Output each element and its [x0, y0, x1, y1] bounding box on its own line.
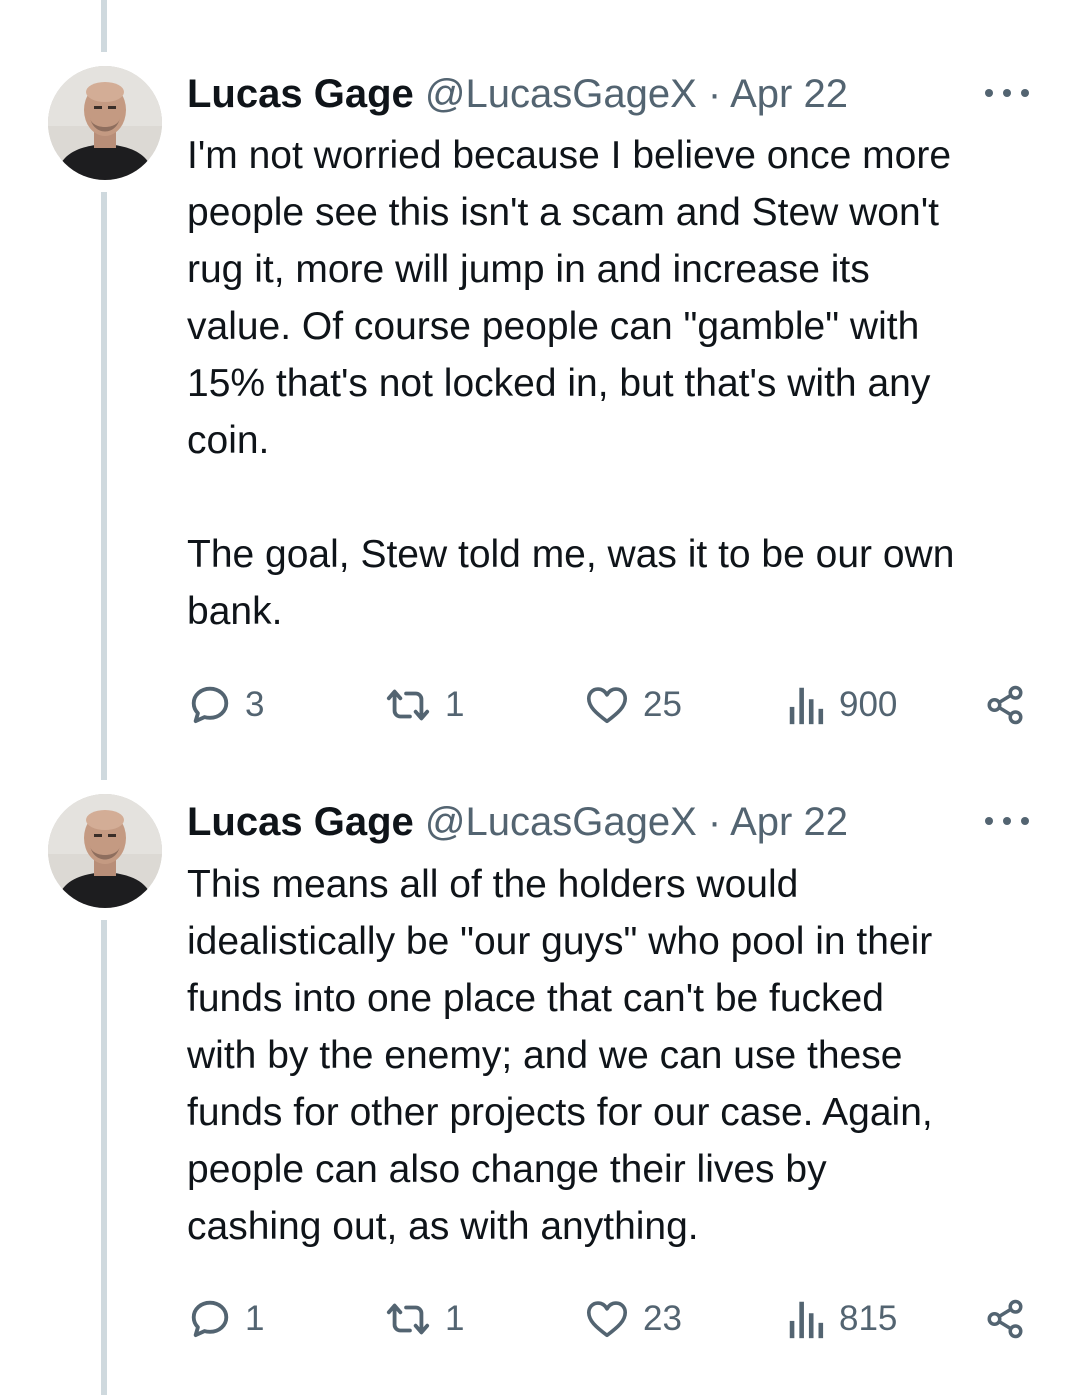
repost-count: 1 [445, 1299, 465, 1338]
like-button[interactable]: 25 [583, 680, 682, 730]
like-count: 23 [643, 1299, 682, 1338]
repost-button[interactable]: 1 [383, 1294, 464, 1344]
tweet-date[interactable]: Apr 22 [730, 72, 848, 116]
action-bar: 1 1 23 815 [187, 1294, 1037, 1344]
views-count: 815 [839, 1299, 898, 1338]
avatar[interactable] [48, 794, 162, 908]
share-icon [987, 685, 1023, 725]
share-icon [987, 1299, 1023, 1339]
share-button[interactable] [984, 680, 1026, 730]
like-button[interactable]: 23 [583, 1294, 682, 1344]
author-name[interactable]: Lucas Gage [187, 72, 414, 116]
heart-icon [586, 687, 628, 724]
tweet-paragraph: I'm not worried because I believe once m… [187, 134, 952, 462]
tweet-text: I'm not worried because I believe once m… [187, 127, 1047, 640]
avatar-photo [48, 66, 162, 180]
avatar-photo [48, 794, 162, 908]
thread-line-bottom [101, 920, 107, 1395]
tweet-paragraph: The goal, Stew told me, was it to be our… [187, 533, 955, 633]
reply-button[interactable]: 3 [187, 680, 264, 730]
reply-icon [191, 1300, 229, 1338]
analytics-icon [789, 1301, 824, 1339]
author-handle[interactable]: @LucasGageX [425, 72, 697, 116]
author-handle[interactable]: @LucasGageX [425, 800, 697, 844]
tweet-header: Lucas Gage @LucasGageX · Apr 22 [187, 797, 1047, 847]
repost-count: 1 [445, 685, 465, 724]
tweet-paragraph: This means all of the holders would idea… [187, 863, 933, 1248]
tweet-text: This means all of the holders would idea… [187, 856, 1047, 1255]
like-count: 25 [643, 685, 682, 724]
author-name[interactable]: Lucas Gage [187, 800, 414, 844]
views-button[interactable]: 815 [787, 1294, 897, 1344]
more-icon[interactable] [985, 78, 1029, 108]
repost-button[interactable]: 1 [383, 680, 464, 730]
repost-icon [386, 1303, 430, 1335]
header-separator: · [707, 72, 722, 116]
reply-icon [191, 686, 229, 724]
avatar[interactable] [48, 66, 162, 180]
heart-icon [586, 1301, 628, 1338]
views-count: 900 [839, 685, 898, 724]
more-icon[interactable] [985, 806, 1029, 836]
views-button[interactable]: 900 [787, 680, 897, 730]
reply-count: 1 [245, 1299, 265, 1338]
thread-line-top [101, 0, 107, 52]
repost-icon [386, 689, 430, 721]
tweet-header: Lucas Gage @LucasGageX · Apr 22 [187, 69, 1047, 119]
reply-button[interactable]: 1 [187, 1294, 264, 1344]
share-button[interactable] [984, 1294, 1026, 1344]
header-separator: · [707, 800, 722, 844]
reply-count: 3 [245, 685, 265, 724]
action-bar: 3 1 25 900 [187, 680, 1037, 730]
tweet-date[interactable]: Apr 22 [730, 800, 848, 844]
thread-line-connector [101, 192, 107, 780]
analytics-icon [789, 687, 824, 725]
